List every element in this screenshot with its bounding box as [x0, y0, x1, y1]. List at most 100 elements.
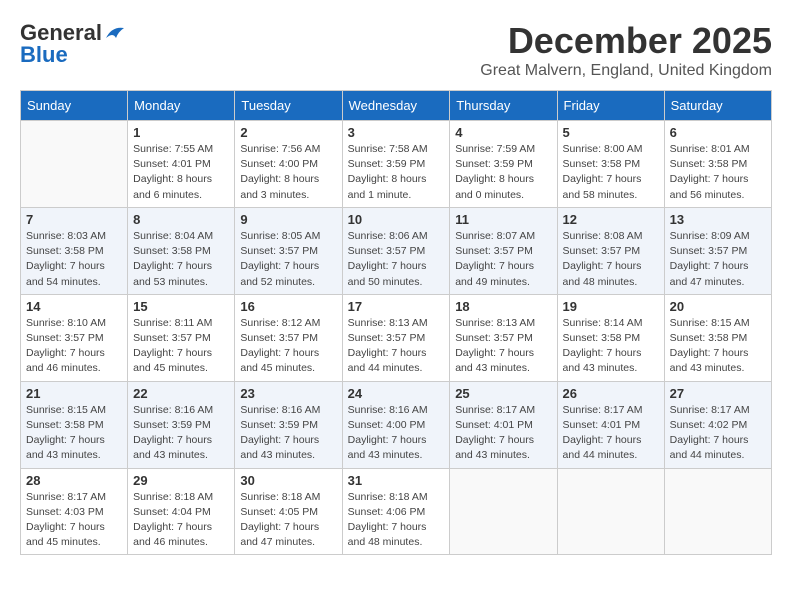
day-number: 29	[133, 473, 229, 488]
day-number: 12	[563, 212, 659, 227]
day-info: Sunrise: 7:58 AMSunset: 3:59 PMDaylight:…	[348, 142, 445, 203]
day-cell: 11Sunrise: 8:07 AMSunset: 3:57 PMDayligh…	[450, 207, 557, 294]
day-cell: 7 Sunrise: 8:03 AMSunset: 3:58 PMDaylight…	[21, 207, 128, 294]
day-info: Sunrise: 8:17 AMSunset: 4:02 PMDaylight:…	[670, 403, 766, 464]
day-info: Sunrise: 7:59 AMSunset: 3:59 PMDaylight:…	[455, 142, 551, 203]
day-info: Sunrise: 8:00 AMSunset: 3:58 PMDaylight:…	[563, 142, 659, 203]
day-number: 4	[455, 125, 551, 140]
day-cell: 1 Sunrise: 7:55 AMSunset: 4:01 PMDaylight…	[128, 121, 235, 208]
day-cell: 9 Sunrise: 8:05 AMSunset: 3:57 PMDaylight…	[235, 207, 342, 294]
day-cell: 18 Sunrise: 8:13 AMSunset: 3:57 PMDayligh…	[450, 294, 557, 381]
day-number: 15	[133, 299, 229, 314]
logo-blue: Blue	[20, 42, 68, 68]
day-number: 30	[240, 473, 336, 488]
day-cell: 31 Sunrise: 8:18 AMSunset: 4:06 PMDayligh…	[342, 468, 450, 555]
day-number: 11	[455, 212, 551, 227]
location: Great Malvern, England, United Kingdom	[480, 62, 772, 80]
day-info: Sunrise: 8:16 AMSunset: 3:59 PMDaylight:…	[240, 403, 336, 464]
day-info: Sunrise: 8:14 AMSunset: 3:58 PMDaylight:…	[563, 316, 659, 377]
day-info: Sunrise: 8:17 AMSunset: 4:03 PMDaylight:…	[26, 490, 122, 551]
day-cell: 12 Sunrise: 8:08 AMSunset: 3:57 PMDayligh…	[557, 207, 664, 294]
day-cell: 30Sunrise: 8:18 AMSunset: 4:05 PMDayligh…	[235, 468, 342, 555]
header-cell-thursday: Thursday	[450, 91, 557, 121]
day-info: Sunrise: 7:55 AMSunset: 4:01 PMDaylight:…	[133, 142, 229, 203]
day-cell: 29 Sunrise: 8:18 AMSunset: 4:04 PMDayligh…	[128, 468, 235, 555]
day-info: Sunrise: 8:18 AMSunset: 4:06 PMDaylight:…	[348, 490, 445, 551]
day-cell: 15 Sunrise: 8:11 AMSunset: 3:57 PMDayligh…	[128, 294, 235, 381]
day-number: 8	[133, 212, 229, 227]
calendar-table: SundayMondayTuesdayWednesdayThursdayFrid…	[20, 90, 772, 555]
day-cell: 2Sunrise: 7:56 AMSunset: 4:00 PMDaylight…	[235, 121, 342, 208]
day-number: 18	[455, 299, 551, 314]
day-number: 14	[26, 299, 122, 314]
week-row-5: 28 Sunrise: 8:17 AMSunset: 4:03 PMDayligh…	[21, 468, 772, 555]
day-number: 9	[240, 212, 336, 227]
day-cell	[664, 468, 771, 555]
logo: General Blue	[20, 20, 126, 68]
page-header: General Blue December 2025 Great Malvern…	[20, 20, 772, 80]
day-number: 16	[240, 299, 336, 314]
header-cell-tuesday: Tuesday	[235, 91, 342, 121]
day-cell: 27 Sunrise: 8:17 AMSunset: 4:02 PMDayligh…	[664, 381, 771, 468]
day-info: Sunrise: 8:13 AMSunset: 3:57 PMDaylight:…	[455, 316, 551, 377]
day-number: 6	[670, 125, 766, 140]
day-cell: 17Sunrise: 8:13 AMSunset: 3:57 PMDayligh…	[342, 294, 450, 381]
day-number: 20	[670, 299, 766, 314]
day-number: 2	[240, 125, 336, 140]
day-number: 1	[133, 125, 229, 140]
day-cell: 21Sunrise: 8:15 AMSunset: 3:58 PMDayligh…	[21, 381, 128, 468]
day-cell: 14 Sunrise: 8:10 AMSunset: 3:57 PMDayligh…	[21, 294, 128, 381]
day-cell: 13Sunrise: 8:09 AMSunset: 3:57 PMDayligh…	[664, 207, 771, 294]
day-cell: 28 Sunrise: 8:17 AMSunset: 4:03 PMDayligh…	[21, 468, 128, 555]
day-number: 10	[348, 212, 445, 227]
day-number: 7	[26, 212, 122, 227]
logo-bird-icon	[104, 24, 126, 42]
day-number: 27	[670, 386, 766, 401]
day-number: 24	[348, 386, 445, 401]
day-info: Sunrise: 8:04 AMSunset: 3:58 PMDaylight:…	[133, 229, 229, 290]
day-number: 3	[348, 125, 445, 140]
header-cell-wednesday: Wednesday	[342, 91, 450, 121]
day-cell: 25 Sunrise: 8:17 AMSunset: 4:01 PMDayligh…	[450, 381, 557, 468]
day-cell: 3 Sunrise: 7:58 AMSunset: 3:59 PMDaylight…	[342, 121, 450, 208]
day-number: 23	[240, 386, 336, 401]
week-row-1: 1 Sunrise: 7:55 AMSunset: 4:01 PMDaylight…	[21, 121, 772, 208]
day-cell: 26 Sunrise: 8:17 AMSunset: 4:01 PMDayligh…	[557, 381, 664, 468]
day-info: Sunrise: 8:03 AMSunset: 3:58 PMDaylight:…	[26, 229, 122, 290]
day-info: Sunrise: 8:11 AMSunset: 3:57 PMDaylight:…	[133, 316, 229, 377]
day-number: 28	[26, 473, 122, 488]
day-cell: 24Sunrise: 8:16 AMSunset: 4:00 PMDayligh…	[342, 381, 450, 468]
day-info: Sunrise: 8:17 AMSunset: 4:01 PMDaylight:…	[563, 403, 659, 464]
header-cell-sunday: Sunday	[21, 91, 128, 121]
day-info: Sunrise: 8:12 AMSunset: 3:57 PMDaylight:…	[240, 316, 336, 377]
day-cell: 5 Sunrise: 8:00 AMSunset: 3:58 PMDaylight…	[557, 121, 664, 208]
day-number: 22	[133, 386, 229, 401]
week-row-3: 14 Sunrise: 8:10 AMSunset: 3:57 PMDayligh…	[21, 294, 772, 381]
day-info: Sunrise: 8:01 AMSunset: 3:58 PMDaylight:…	[670, 142, 766, 203]
day-cell: 20 Sunrise: 8:15 AMSunset: 3:58 PMDayligh…	[664, 294, 771, 381]
day-cell	[557, 468, 664, 555]
day-info: Sunrise: 8:18 AMSunset: 4:04 PMDaylight:…	[133, 490, 229, 551]
day-cell: 16 Sunrise: 8:12 AMSunset: 3:57 PMDayligh…	[235, 294, 342, 381]
day-number: 26	[563, 386, 659, 401]
title-block: December 2025 Great Malvern, England, Un…	[480, 20, 772, 80]
day-info: Sunrise: 8:17 AMSunset: 4:01 PMDaylight:…	[455, 403, 551, 464]
day-info: Sunrise: 8:06 AMSunset: 3:57 PMDaylight:…	[348, 229, 445, 290]
day-info: Sunrise: 8:05 AMSunset: 3:57 PMDaylight:…	[240, 229, 336, 290]
day-cell: 22Sunrise: 8:16 AMSunset: 3:59 PMDayligh…	[128, 381, 235, 468]
day-info: Sunrise: 8:13 AMSunset: 3:57 PMDaylight:…	[348, 316, 445, 377]
day-cell	[21, 121, 128, 208]
day-info: Sunrise: 8:10 AMSunset: 3:57 PMDaylight:…	[26, 316, 122, 377]
month-title: December 2025	[480, 20, 772, 62]
day-number: 5	[563, 125, 659, 140]
day-info: Sunrise: 8:08 AMSunset: 3:57 PMDaylight:…	[563, 229, 659, 290]
day-info: Sunrise: 8:15 AMSunset: 3:58 PMDaylight:…	[670, 316, 766, 377]
day-cell: 10 Sunrise: 8:06 AMSunset: 3:57 PMDayligh…	[342, 207, 450, 294]
day-cell: 8 Sunrise: 8:04 AMSunset: 3:58 PMDaylight…	[128, 207, 235, 294]
week-row-2: 7 Sunrise: 8:03 AMSunset: 3:58 PMDaylight…	[21, 207, 772, 294]
day-number: 31	[348, 473, 445, 488]
day-cell: 19Sunrise: 8:14 AMSunset: 3:58 PMDayligh…	[557, 294, 664, 381]
day-cell	[450, 468, 557, 555]
day-number: 25	[455, 386, 551, 401]
week-row-4: 21Sunrise: 8:15 AMSunset: 3:58 PMDayligh…	[21, 381, 772, 468]
